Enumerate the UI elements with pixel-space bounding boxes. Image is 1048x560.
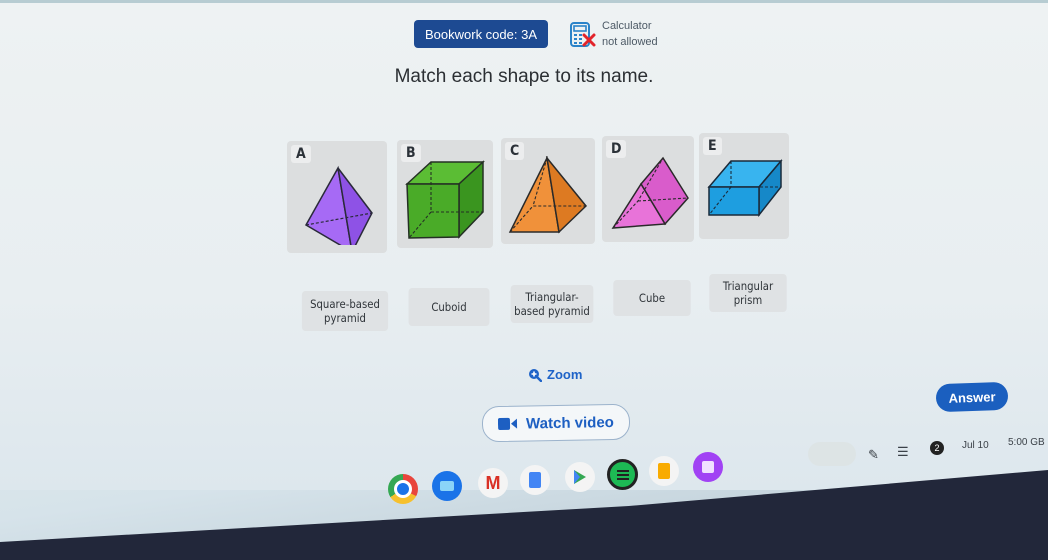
shape-card-d[interactable]: D [602, 136, 694, 242]
zoom-label: Zoom [547, 367, 583, 382]
region-text: GB [1030, 437, 1045, 448]
screen: Bookwork code: 3A Calculator not allowed… [0, 0, 1048, 490]
name-chip-triangular-prism[interactable]: Triangular prism [709, 274, 787, 312]
shape-card-a[interactable]: A [287, 141, 387, 253]
name-chip-label: Triangular-based pyramid [514, 290, 590, 318]
name-chip-label: Square-based pyramid [310, 297, 380, 325]
answer-label: Answer [948, 388, 996, 406]
spotify-app-icon[interactable] [607, 459, 638, 490]
chrome-app-icon[interactable] [388, 474, 418, 504]
video-camera-icon [498, 417, 518, 430]
calculator-line2: not allowed [602, 36, 658, 48]
cube-shape [405, 160, 485, 239]
tetrahedron-shape [304, 165, 373, 245]
cuboid-shape [707, 159, 783, 218]
name-chip-label: Cuboid [431, 300, 467, 314]
time-text: 5:00 [1008, 437, 1028, 448]
media-controls-icon[interactable]: ☰ [897, 444, 909, 460]
zoom-in-icon [529, 368, 542, 382]
files-app-icon[interactable] [432, 471, 462, 501]
zoom-button[interactable]: Zoom [528, 367, 582, 382]
shape-letter: E [703, 137, 722, 155]
calculator-crossed-icon [570, 22, 596, 47]
app-shelf-icon[interactable] [693, 452, 723, 482]
docs-app-icon[interactable] [520, 465, 550, 495]
clock-display[interactable]: 5:00 GB [1008, 437, 1045, 448]
question-text: Match each shape to its name. [394, 66, 654, 87]
watch-video-label: Watch video [525, 413, 615, 433]
name-chip-square-based-pyramid[interactable]: Square-based pyramid [301, 291, 389, 331]
name-chip-label: Cube [638, 291, 666, 305]
gmail-app-icon[interactable]: M [478, 468, 508, 498]
top-border [0, 0, 1048, 3]
watch-video-button[interactable]: Watch video [481, 403, 631, 443]
triangular-prism-shape [611, 156, 689, 229]
notification-badge[interactable]: 2 [930, 441, 944, 455]
bookwork-code-badge: Bookwork code: 3A [414, 20, 548, 48]
shape-card-c[interactable]: C [501, 138, 595, 244]
name-chip-cuboid[interactable]: Cuboid [408, 288, 490, 326]
play-store-app-icon[interactable] [565, 462, 595, 492]
name-chip-label: Triangular prism [722, 279, 774, 307]
bookwork-code-label: Bookwork code: 3A [424, 26, 537, 42]
date-text: Jul 10 [962, 440, 989, 451]
stylus-icon[interactable]: ✎ [868, 447, 879, 463]
answer-button[interactable]: Answer [935, 381, 1009, 413]
date-display[interactable]: Jul 10 [962, 440, 989, 451]
square-pyramid-shape [508, 156, 588, 234]
calculator-status: Calculator not allowed [602, 18, 658, 50]
shape-card-e[interactable]: E [699, 133, 789, 239]
notification-count: 2 [934, 443, 940, 453]
name-chip-cube[interactable]: Cube [613, 280, 691, 316]
keep-app-icon[interactable] [649, 456, 679, 486]
tray-pod[interactable] [808, 442, 856, 466]
calculator-line1: Calculator [602, 20, 652, 32]
name-chip-triangular-based-pyramid[interactable]: Triangular-based pyramid [510, 285, 594, 323]
shape-card-b[interactable]: B [397, 140, 493, 248]
